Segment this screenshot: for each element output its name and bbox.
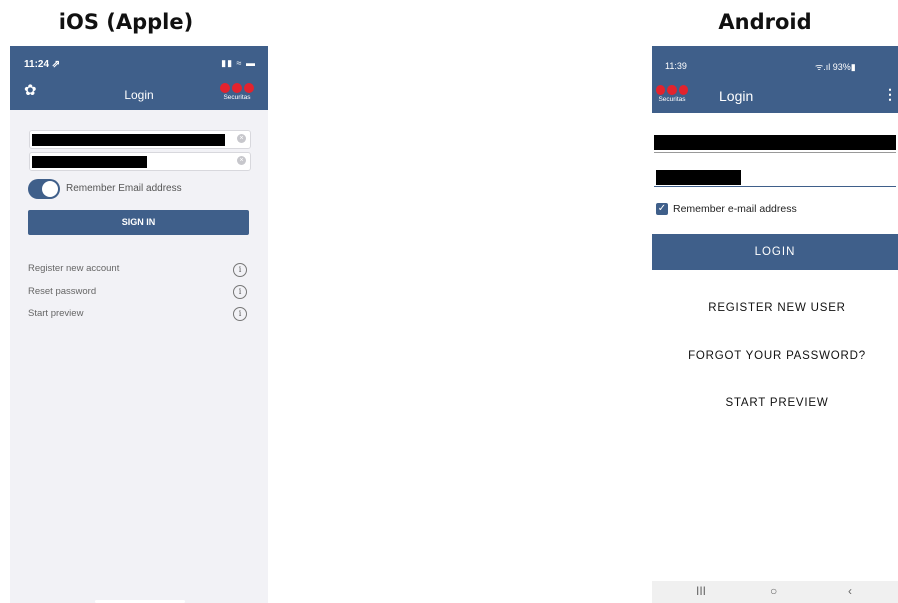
remember-email-label: Remember Email address	[66, 183, 182, 194]
clear-icon[interactable]: ×	[237, 156, 246, 165]
android-page-title: Login	[719, 88, 754, 104]
info-icon[interactable]: i	[233, 307, 247, 321]
system-nav-bar: III ○ ‹	[652, 581, 898, 603]
securitas-logo: Securitas	[656, 85, 688, 103]
ios-status-icons: ▮▮ ≈ ▬	[221, 58, 256, 68]
android-status-time: 11:39	[665, 61, 687, 71]
home-icon[interactable]: ○	[770, 584, 777, 598]
redacted-value	[32, 156, 147, 168]
android-status-icons: ᯤ.ıl 93%▮	[815, 62, 856, 72]
android-screen: 11:39 ᯤ.ıl 93%▮ Securitas Login ⋮ ✓ Reme…	[652, 46, 898, 603]
android-password-field[interactable]	[654, 168, 896, 187]
ios-heading: iOS (Apple)	[58, 10, 194, 34]
android-heading: Android	[718, 10, 812, 34]
info-icon[interactable]: i	[233, 285, 247, 299]
ios-page-title: Login	[124, 88, 154, 102]
more-vert-icon[interactable]: ⋮	[883, 86, 897, 103]
ios-email-field[interactable]: ×	[29, 130, 251, 149]
ios-password-field[interactable]: ×	[29, 152, 251, 171]
back-icon[interactable]: ‹	[848, 584, 852, 598]
reset-password-link[interactable]: Reset password	[28, 286, 96, 297]
forgot-password-link[interactable]: FORGOT YOUR PASSWORD?	[652, 350, 898, 362]
ios-nav-bar: 11:24 ⇗ ▮▮ ≈ ▬ ✿ Login Securitas	[10, 46, 268, 110]
info-icon[interactable]: i	[233, 263, 247, 277]
recents-icon[interactable]: III	[696, 584, 706, 598]
remember-email-toggle[interactable]	[28, 179, 60, 199]
clear-icon[interactable]: ×	[237, 134, 246, 143]
android-email-field[interactable]	[654, 134, 896, 153]
login-button[interactable]: LOGIN	[652, 234, 898, 270]
register-new-user-link[interactable]: REGISTER NEW USER	[652, 302, 898, 314]
remember-email-checkbox[interactable]: ✓	[656, 203, 668, 215]
remember-email-label: Remember e-mail address	[673, 203, 797, 215]
ios-status-time: 11:24 ⇗	[24, 59, 61, 70]
ios-screen: 11:24 ⇗ ▮▮ ≈ ▬ ✿ Login Securitas × × Rem…	[10, 46, 268, 603]
android-app-bar: 11:39 ᯤ.ıl 93%▮ Securitas Login ⋮	[652, 46, 898, 113]
redacted-value	[656, 170, 741, 185]
register-new-account-link[interactable]: Register new account	[28, 263, 119, 274]
start-preview-link[interactable]: Start preview	[28, 308, 83, 319]
sign-in-button[interactable]: SIGN IN	[28, 210, 249, 235]
gear-icon[interactable]: ✿	[24, 83, 37, 98]
redacted-value	[32, 134, 225, 146]
securitas-logo: Securitas	[220, 83, 254, 101]
start-preview-link[interactable]: START PREVIEW	[652, 397, 898, 409]
redacted-value	[654, 135, 896, 150]
